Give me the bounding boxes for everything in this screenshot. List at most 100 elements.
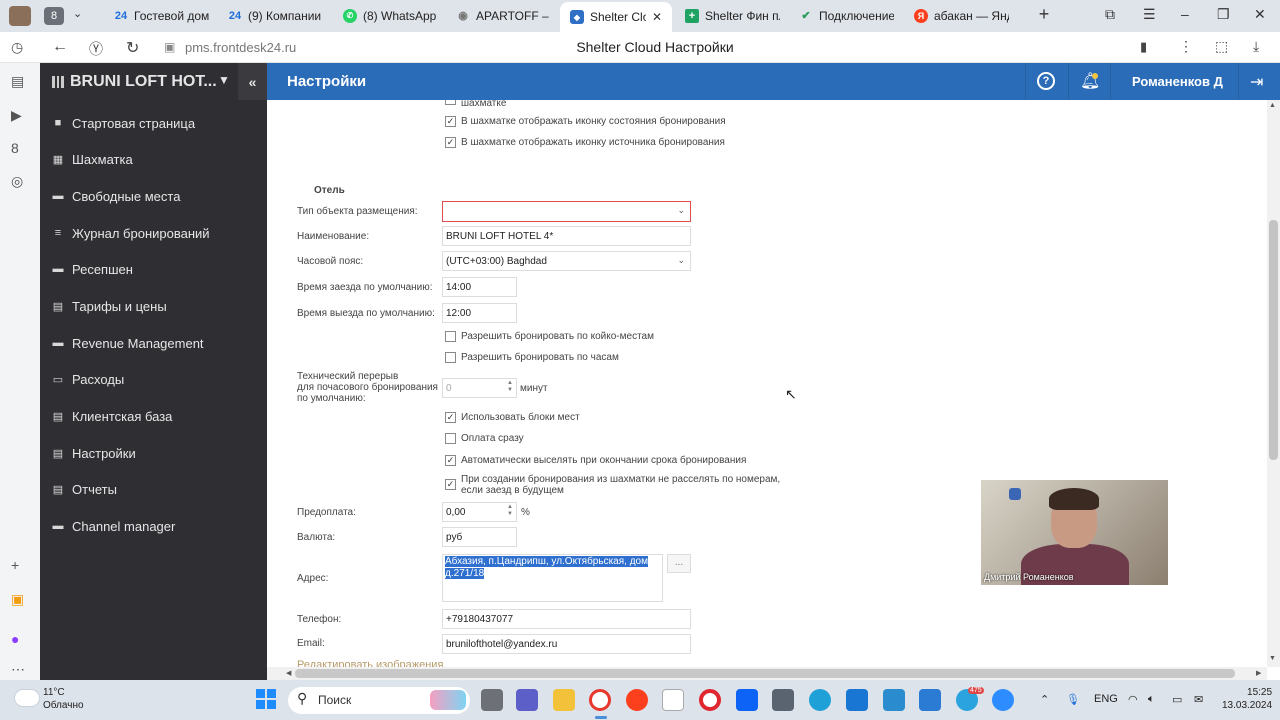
tab-guesthouse[interactable]: 24 Гостевой дом [104, 3, 221, 28]
yandex-browser-icon[interactable] [589, 689, 611, 711]
sidebar-item-free-places[interactable]: ▬ Свободные места [40, 178, 267, 214]
menu-icon[interactable]: ☰ [1143, 6, 1156, 23]
scroll-down-icon[interactable]: ▼ [1269, 655, 1276, 662]
tab-counter[interactable]: 8 [44, 7, 64, 25]
spinner-icon[interactable]: ▲ ▼ [507, 504, 513, 518]
zoom-icon[interactable] [992, 689, 1014, 711]
pay-now-checkbox[interactable] [445, 433, 456, 444]
currency-input[interactable]: руб [442, 527, 517, 547]
vertical-scroll-thumb[interactable] [1269, 220, 1278, 460]
show-source-icon-checkbox[interactable]: ✓ [445, 137, 456, 148]
sidebar-item-settings[interactable]: ▤ Настройки [40, 435, 267, 471]
name-input[interactable]: BRUNI LOFT HOTEL 4* [442, 226, 691, 246]
sidebar-item-clients[interactable]: ▤ Клиентская база [40, 398, 267, 434]
new-tab-button[interactable]: + [1033, 5, 1055, 25]
mail-icon[interactable] [846, 689, 868, 711]
no-room-assign-checkbox[interactable]: ✓ [445, 479, 456, 490]
tab-whatsapp[interactable]: ✆ (8) WhatsApp [333, 3, 447, 28]
sidebar-item-reports[interactable]: ▤ Отчеты [40, 471, 267, 507]
scroll-left-icon[interactable]: ◀ [286, 669, 291, 677]
sidebar-item-expenses[interactable]: ▭ Расходы [40, 361, 267, 397]
extensions-icon[interactable]: ⬚ [1215, 38, 1228, 55]
volume-icon[interactable]: 🔈︎ [1148, 693, 1155, 706]
use-place-blocks-checkbox[interactable]: ✓ [445, 412, 456, 423]
weather-cloud-icon[interactable] [15, 690, 39, 706]
alice-icon[interactable]: ● [11, 631, 19, 647]
address-picker-button[interactable]: ... [667, 554, 691, 573]
media-icon[interactable]: ▶ [11, 107, 22, 124]
close-window-icon[interactable]: ✕ [1254, 6, 1266, 23]
tab-apartoff[interactable]: ◉ APARTOFF – Ор [446, 3, 560, 28]
checkbox-cut[interactable] [445, 100, 456, 105]
hotel-selector[interactable]: BRUNI LOFT HOT... ▼ « [40, 63, 267, 100]
history-icon[interactable]: ◷ [11, 39, 23, 56]
tab-connection[interactable]: ✔ Подключение [789, 3, 904, 28]
bookmark-icon[interactable]: ▮ [1140, 39, 1147, 55]
phone-input[interactable]: +79180437077 [442, 609, 691, 629]
opera-icon[interactable] [699, 689, 721, 711]
notepad-icon[interactable] [919, 689, 941, 711]
minimize-icon[interactable]: – [1181, 6, 1189, 22]
badge-icon[interactable]: 8 [11, 140, 19, 156]
add-icon[interactable]: + [11, 557, 19, 573]
language-indicator[interactable]: ENG [1094, 693, 1118, 705]
battery-icon[interactable]: ▭ [1172, 693, 1182, 706]
more-icon[interactable]: ⋮ [1179, 38, 1193, 55]
scroll-right-icon[interactable]: ▶ [1256, 669, 1261, 677]
break-minutes-input[interactable]: 0 [442, 378, 517, 398]
sidebar-item-revenue[interactable]: ▬ Revenue Management [40, 325, 267, 361]
horizontal-scroll-thumb[interactable] [295, 669, 1235, 678]
app-icon[interactable] [883, 689, 905, 711]
wifi-icon[interactable]: ◠ [1128, 693, 1138, 706]
tab-companies[interactable]: 24 (9) Компании [218, 3, 332, 28]
tab-yandex[interactable]: Я абакан — Янде [904, 3, 1019, 28]
dropbox-icon[interactable] [736, 689, 758, 711]
collections-icon[interactable]: ⧉ [1105, 6, 1115, 23]
logout-icon[interactable]: ⇥ [1250, 72, 1263, 92]
tab-shelter-fin[interactable]: + Shelter Фин пл [675, 3, 790, 28]
collapse-sidebar-icon[interactable]: « [238, 63, 267, 100]
property-type-select[interactable]: ⌄ [442, 201, 691, 222]
checkin-input[interactable]: 14:00 [442, 277, 517, 297]
user-name[interactable]: Романенков Д [1132, 74, 1223, 89]
edit-images-link[interactable]: Редактировать изображения [297, 659, 443, 667]
amazon-icon[interactable] [662, 689, 684, 711]
scroll-up-icon[interactable]: ▲ [1269, 102, 1276, 109]
calculator-icon[interactable] [772, 689, 794, 711]
restore-icon[interactable]: ❐ [1217, 6, 1230, 23]
address-textarea[interactable]: Абхазия, п.Цандрипш, ул.Октябрьская, дом… [442, 554, 663, 602]
dots-icon[interactable]: ⋯ [11, 661, 25, 678]
collections-icon[interactable]: ▤ [11, 73, 24, 90]
profile-avatar[interactable] [9, 6, 31, 26]
tab-shelter-cloud[interactable]: ◆ Shelter Clou ✕ [560, 2, 672, 32]
app-icon[interactable]: ▣ [11, 591, 24, 608]
help-icon[interactable]: ? [1037, 72, 1055, 90]
timezone-select[interactable]: (UTC+03:00) Baghdad ⌄ [442, 251, 691, 271]
hourly-booking-checkbox[interactable] [445, 352, 456, 363]
show-status-icon-checkbox[interactable]: ✓ [445, 116, 456, 127]
sidebar-item-channel-manager[interactable]: ▬ Channel manager [40, 508, 267, 544]
teams-icon[interactable] [516, 689, 538, 711]
auto-checkout-checkbox[interactable]: ✓ [445, 455, 456, 466]
weather-widget[interactable]: 11°C Облачно [43, 686, 84, 712]
close-tab-icon[interactable]: ✕ [652, 10, 662, 24]
file-explorer-icon[interactable] [553, 689, 575, 711]
sidebar-item-tariffs[interactable]: ▤ Тарифы и цены [40, 288, 267, 324]
camera-icon[interactable]: ◎ [11, 173, 23, 190]
email-input[interactable]: brunilofthotel@yandex.ru [442, 634, 691, 654]
sidebar-item-reception[interactable]: ▬ Ресепшен [40, 251, 267, 287]
task-view-icon[interactable] [481, 689, 503, 711]
sidebar-item-chessboard[interactable]: ▦ Шахматка [40, 141, 267, 177]
system-clock[interactable]: 15:25 13.03.2024 [1222, 686, 1272, 712]
microphone-icon[interactable]: 🎙︎ [1066, 693, 1080, 706]
tab-list-chevron-icon[interactable]: ⌄ [73, 7, 82, 20]
checkout-input[interactable]: 12:00 [442, 303, 517, 323]
prepay-input[interactable]: 0,00 [442, 502, 517, 522]
yandex-icon[interactable] [626, 689, 648, 711]
tray-chevron-icon[interactable]: ⌃ [1040, 693, 1049, 706]
spinner-icon[interactable]: ▲ ▼ [507, 380, 513, 394]
notifications-icon[interactable]: ✉ [1194, 693, 1203, 706]
edge-icon[interactable] [809, 689, 831, 711]
sidebar-item-bookings-log[interactable]: ≡ Журнал бронирований [40, 215, 267, 251]
sidebar-item-start[interactable]: ■ Стартовая страница [40, 105, 267, 141]
